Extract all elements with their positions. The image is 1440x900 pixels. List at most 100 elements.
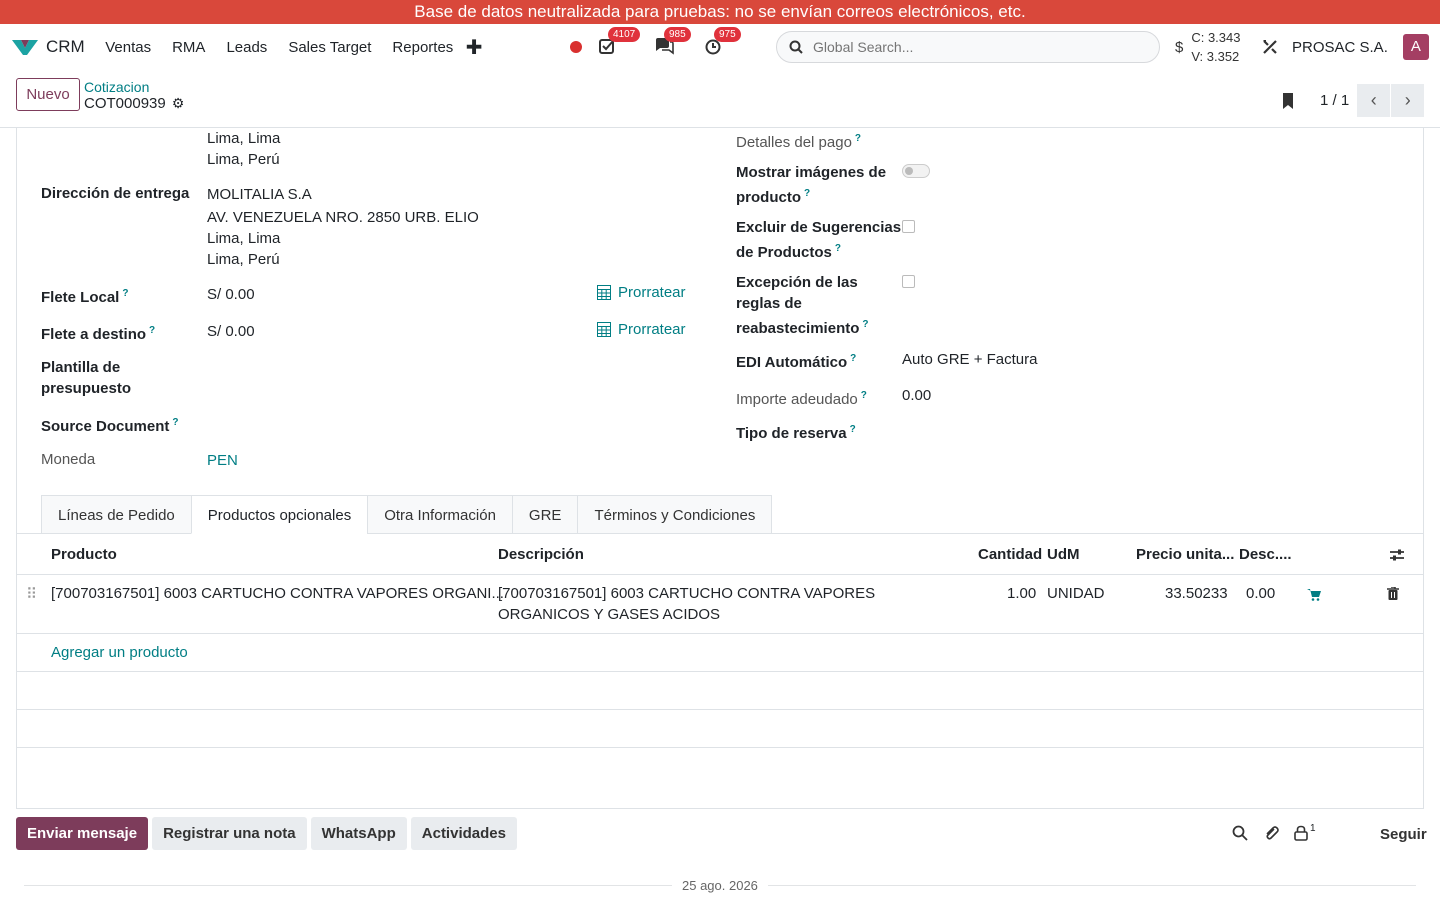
gear-icon[interactable]: ⚙ [172,95,185,112]
add-line-row: Agregar un producto [17,634,1423,672]
prorratear-local-button[interactable]: Prorratear [597,284,686,301]
flete-destino-field[interactable]: S/ 0.00 [207,321,255,342]
message-date: 25 ago. 2026 [672,878,768,893]
followers-lock-icon[interactable] [1294,825,1308,841]
help-icon[interactable]: ? [850,353,856,364]
whatsapp-button[interactable]: WhatsApp [310,817,407,850]
record-indicator-icon[interactable] [570,41,582,53]
menu-sales-target[interactable]: Sales Target [278,39,382,56]
company-switcher[interactable]: PROSAC S.A. A [1262,24,1429,70]
excluir-sugerencias-checkbox[interactable] [902,220,915,233]
empty-row [17,672,1423,710]
activities-badge: 4107 [608,27,641,42]
help-icon[interactable]: ? [835,243,841,254]
pager-next-button[interactable]: › [1391,84,1425,117]
row-discount[interactable]: 0.00 [1246,583,1275,604]
add-to-order-cart-icon[interactable] [1307,588,1321,601]
calculator-icon [597,322,611,337]
search-icon[interactable] [1232,825,1248,841]
breadcrumb-current: COT000939 ⚙ [84,95,184,112]
optional-columns-icon[interactable] [1390,548,1404,562]
menu-leads[interactable]: Leads [216,39,278,56]
calculator-icon [597,285,611,300]
global-search-input[interactable] [813,39,1133,55]
help-icon[interactable]: ? [172,417,178,428]
excluir-sugerencias-label: de Productos? [736,243,841,261]
help-icon[interactable]: ? [149,325,155,336]
app-name: CRM [46,37,85,56]
tab-lineas-pedido[interactable]: Líneas de Pedido [41,495,192,534]
rate-sell: V: 3.352 [1191,49,1240,64]
tools-icon[interactable] [1262,39,1278,55]
row-description[interactable]: ORGANICOS Y GASES ACIDOS [498,604,720,625]
moneda-label: Moneda [41,451,96,468]
send-message-button[interactable]: Enviar mensaje [16,817,149,850]
row-product[interactable]: [700703167501] 6003 CARTUCHO CONTRA VAPO… [51,583,504,604]
messages-icon[interactable]: 985 [654,27,691,57]
excepcion-reglas-checkbox[interactable] [902,275,915,288]
activities-button[interactable]: Actividades [410,817,517,850]
row-uom[interactable]: UNIDAD [1047,583,1105,604]
add-product-link[interactable]: Agregar un producto [51,644,188,661]
column-descuento[interactable]: Desc.... [1239,546,1292,563]
row-quantity[interactable]: 1.00 [1007,583,1036,604]
trash-icon[interactable] [1387,587,1399,600]
moneda-field[interactable]: PEN [207,450,238,471]
paperclip-icon[interactable] [1263,825,1279,841]
detalles-pago-label: Detalles del pago? [736,133,862,151]
table-row[interactable]: ⠿ [700703167501] 6003 CARTUCHO CONTRA VA… [17,575,1423,634]
pager: 1 / 1 ‹ › [1280,84,1425,117]
column-precio[interactable]: Precio unita... [1136,546,1234,563]
menu-reportes[interactable]: Reportes [382,39,464,56]
follow-button[interactable]: Seguir [1380,826,1427,843]
new-button[interactable]: Nuevo [16,78,80,111]
help-icon[interactable]: ? [850,424,856,435]
breadcrumb-parent[interactable]: Cotizacion [84,79,149,95]
column-producto[interactable]: Producto [51,546,117,563]
column-descripcion[interactable]: Descripción [498,546,584,563]
delivery-address-line: Lima, Perú [207,251,280,268]
app-brand[interactable]: CRM [12,37,85,57]
importe-adeudado-value: 0.00 [902,387,932,404]
help-icon[interactable]: ? [861,390,867,401]
row-description[interactable]: [700703167501] 6003 CARTUCHO CONTRA VAPO… [498,583,875,604]
tab-gre[interactable]: GRE [511,495,579,534]
activities-checkbox-icon[interactable]: 4107 [598,27,641,57]
pager-previous-button[interactable]: ‹ [1357,84,1391,117]
help-icon[interactable]: ? [855,133,861,144]
mostrar-imagenes-label: producto? [736,188,811,206]
menu-ventas[interactable]: Ventas [95,39,162,56]
tab-terminos[interactable]: Términos y Condiciones [577,495,773,534]
source-document-label: Source Document? [41,417,179,435]
row-price[interactable]: 33.50233 [1165,583,1228,604]
delivery-partner-link[interactable]: MOLITALIA S.A [207,184,312,205]
bookmark-icon[interactable] [1280,92,1296,110]
flete-local-field[interactable]: S/ 0.00 [207,284,255,305]
menu-rma[interactable]: RMA [162,39,216,56]
tab-productos-opcionales[interactable]: Productos opcionales [190,495,369,534]
prorratear-destino-button[interactable]: Prorratear [597,321,686,338]
timer-icon[interactable]: 975 [704,27,741,57]
crm-logo-icon [12,40,38,55]
chatter-icons: 1 [1232,823,1316,841]
exchange-rate[interactable]: $ C: 3.343 V: 3.352 [1175,28,1241,66]
rate-buy: C: 3.343 [1191,30,1241,45]
drag-handle-icon[interactable]: ⠿ [26,584,37,605]
plus-icon[interactable]: ✚ [466,35,483,60]
record-name: COT000939 [84,95,166,112]
tab-otra-informacion[interactable]: Otra Información [367,495,513,534]
log-note-button[interactable]: Registrar una nota [152,817,307,850]
mostrar-imagenes-toggle[interactable] [902,164,930,178]
pager-value[interactable]: 1 / 1 [1320,92,1349,109]
help-icon[interactable]: ? [122,288,128,299]
edi-automatico-field[interactable]: Auto GRE + Factura [902,349,1037,370]
global-search[interactable] [776,31,1160,63]
help-icon[interactable]: ? [804,188,810,199]
flete-destino-label: Flete a destino? [41,325,156,343]
messages-badge: 985 [664,27,691,42]
column-cantidad[interactable]: Cantidad [978,546,1042,563]
help-icon[interactable]: ? [862,319,868,330]
column-udm[interactable]: UdM [1047,546,1080,563]
tipo-reserva-label: Tipo de reserva? [736,424,856,442]
user-avatar[interactable]: A [1402,34,1429,60]
